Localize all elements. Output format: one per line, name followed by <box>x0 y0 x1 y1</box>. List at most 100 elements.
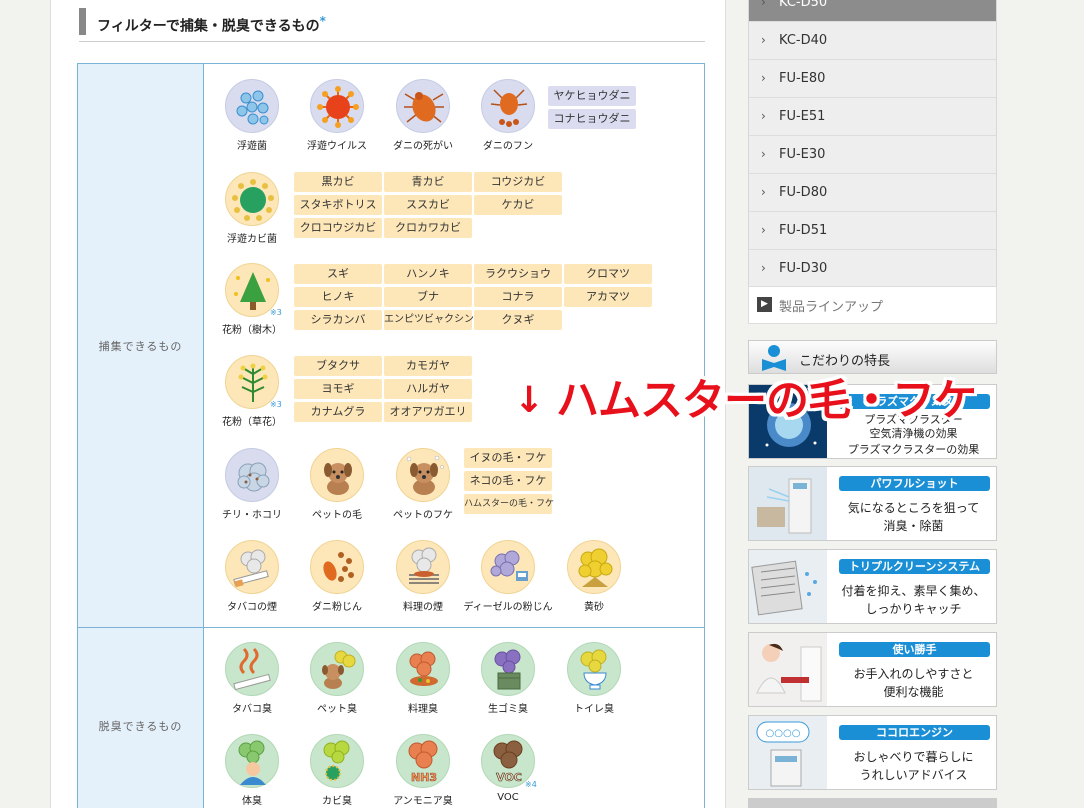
tag-enpitsubyakushin: エンピツビャクシン <box>384 310 474 330</box>
icon-label: ダニのフン <box>482 141 534 152</box>
play-arrow-icon: ▶ <box>757 297 772 312</box>
sidebar-item-fu-e30[interactable]: › FU-E30 <box>748 136 997 174</box>
icon-label: VOC <box>497 792 519 803</box>
feature-desc-2: 消臭・除菌 <box>883 519 944 533</box>
tag-harugaya: ハルガヤ <box>384 379 472 399</box>
annotation-arrow: ↓ <box>514 380 545 421</box>
tag-kouji-kabi: コウジカビ <box>474 172 562 192</box>
tag-inu: イヌの毛・フケ <box>464 448 552 468</box>
tag-sugi: スギ <box>294 264 382 284</box>
bacteria-icon <box>225 79 279 133</box>
tag-kunugi: クヌギ <box>474 310 562 330</box>
tag-hinoki: ヒノキ <box>294 287 382 307</box>
chevron-right-icon: › <box>761 147 766 161</box>
deodorize-label: 脱臭できるもの <box>98 720 183 733</box>
feature-card-powerful-shot[interactable]: パワフルショット 気になるところを狙って 消臭・除菌 <box>748 466 997 541</box>
mold-icon <box>225 172 279 226</box>
icon-pet-shuu: ペット臭 <box>305 642 369 718</box>
section-header: フィルターで捕集・脱臭できるもの* <box>79 8 705 42</box>
tag-kanamugura: カナムグラ <box>294 402 382 422</box>
note-3-souka: ※3 <box>270 400 282 409</box>
filter-table: 捕集できるもの 脱臭できるもの 浮遊菌 浮遊ウイルス ダニの死がい ダニのフン … <box>77 63 705 808</box>
sidebar-item-fu-d51[interactable]: › FU-D51 <box>748 212 997 250</box>
diesel-exhaust-icon <box>481 540 535 594</box>
sidebar-item-fu-e51[interactable]: › FU-E51 <box>748 98 997 136</box>
icon-chiri: チリ・ホコリ <box>220 448 284 524</box>
mite-dust-icon <box>310 540 364 594</box>
icon-label: 花粉（草花） <box>222 417 282 428</box>
icon-taishuu: 体臭 <box>220 734 284 808</box>
sidebar-item-label: FU-D51 <box>779 223 828 238</box>
icon-diesel: ディーゼルの粉じん <box>463 540 553 616</box>
icon-dani-funjin: ダニ粉じん <box>305 540 369 616</box>
feature-card-kokoro-engine[interactable]: ○○○○ ココロエンジン おしゃべりで暮らしに うれしいアドバイス <box>748 715 997 790</box>
feature-card-usability[interactable]: 使い勝手 お手入れのしやすさと 便利な機能 <box>748 632 997 707</box>
tag-shirakanba: シラカンバ <box>294 310 382 330</box>
icon-kafun-souka: 花粉（草花） <box>220 355 284 431</box>
icon-kabi-shuu: カビ臭 <box>305 734 369 808</box>
sidebar-item-label: KC-D40 <box>779 33 828 48</box>
tag-stachybotrys: スタキボトリス <box>294 195 382 215</box>
sidebar-item-fu-d30[interactable]: › FU-D30 <box>748 250 997 288</box>
dust-icon <box>225 448 279 502</box>
tag-kamogaya: カモガヤ <box>384 356 472 376</box>
product-lineup-link[interactable]: ▶ 製品ラインアップ <box>748 286 997 324</box>
tag-akamatsu: アカマツ <box>564 287 652 307</box>
cigarette-odor-icon <box>225 642 279 696</box>
sidebar-item-fu-e80[interactable]: › FU-E80 <box>748 60 997 98</box>
capture-label-cell: 捕集できるもの <box>78 64 204 627</box>
sidebar-item-kc-d40[interactable]: › KC-D40 <box>748 22 997 60</box>
icon-ryouri-shuu: 料理臭 <box>391 642 455 718</box>
icon-pet-fuke: ペットのフケ <box>391 448 455 524</box>
product-lineup-label: 製品ラインアップ <box>779 300 884 315</box>
tag-ooawagaeri: オオアワガエリ <box>384 402 472 422</box>
capture-label: 捕集できるもの <box>98 339 183 353</box>
cooking-odor-icon <box>396 642 450 696</box>
dog-hair-icon <box>310 448 364 502</box>
feature-badge: ココロエンジン <box>839 725 990 740</box>
feature-desc-1: お手入れのしやすさと <box>853 667 974 681</box>
sidebar-item-label: FU-E51 <box>779 109 826 124</box>
icon-toilet-shuu: トイレ臭 <box>562 642 626 718</box>
sidebar-item-kc-d50[interactable]: › KC-D50 <box>748 0 997 22</box>
feature-badge: トリプルクリーンシステム <box>839 559 990 574</box>
garbage-odor-icon <box>481 642 535 696</box>
sidebar-item-label: FU-D30 <box>779 261 828 276</box>
icon-kafun-jumoku: 花粉（樹木） <box>220 263 284 339</box>
feature-badge: 使い勝手 <box>839 642 990 657</box>
triple-clean-image-icon <box>749 550 827 623</box>
sidebar-item-label: FU-E80 <box>779 71 826 86</box>
tag-buna: ブナ <box>384 287 472 307</box>
tag-hamster: ハムスターの毛・フケ <box>464 494 554 514</box>
body-odor-icon <box>225 734 279 788</box>
cooking-smoke-icon <box>396 540 450 594</box>
mite-dropping-icon <box>481 79 535 133</box>
feature-desc-1: おしゃべりで暮らしに <box>853 750 974 764</box>
icon-dani-fun: ダニのフン <box>476 79 540 155</box>
icon-fuyukin: 浮遊菌 <box>220 79 284 155</box>
icon-label: ペットのフケ <box>393 510 453 521</box>
icon-namagomi-shuu: 生ゴミ臭 <box>476 642 540 718</box>
feature-card-more[interactable] <box>748 798 997 808</box>
sidebar-item-label: KC-D50 <box>779 0 828 10</box>
yellow-sand-icon <box>567 540 621 594</box>
section-title-text: フィルターで捕集・脱臭できるもの <box>97 18 320 35</box>
toilet-odor-icon <box>567 642 621 696</box>
icon-label: 浮遊カビ菌 <box>227 234 277 245</box>
usability-image-icon <box>749 633 827 706</box>
icon-label: トイレ臭 <box>574 704 614 715</box>
icon-dani-shigai: ダニの死がい <box>391 79 455 155</box>
tag-kurokouji-kabi: クロコウジカビ <box>294 218 382 238</box>
feature-card-triple-clean[interactable]: トリプルクリーンシステム 付着を抑え、素早く集め、 しっかりキャッチ <box>748 549 997 624</box>
chevron-right-icon: › <box>761 0 766 9</box>
tag-neko: ネコの毛・フケ <box>464 471 552 491</box>
dog-dander-icon <box>396 448 450 502</box>
pet-odor-icon <box>310 642 364 696</box>
feature-desc-2: 便利な機能 <box>883 685 944 699</box>
icon-tabako-shuu: タバコ臭 <box>220 642 284 718</box>
powerful-shot-image-icon <box>749 467 827 540</box>
tag-yomogi: ヨモギ <box>294 379 382 399</box>
nh3-text: NH3 <box>411 771 437 784</box>
sidebar-item-fu-d80[interactable]: › FU-D80 <box>748 174 997 212</box>
chevron-right-icon: › <box>761 71 766 85</box>
